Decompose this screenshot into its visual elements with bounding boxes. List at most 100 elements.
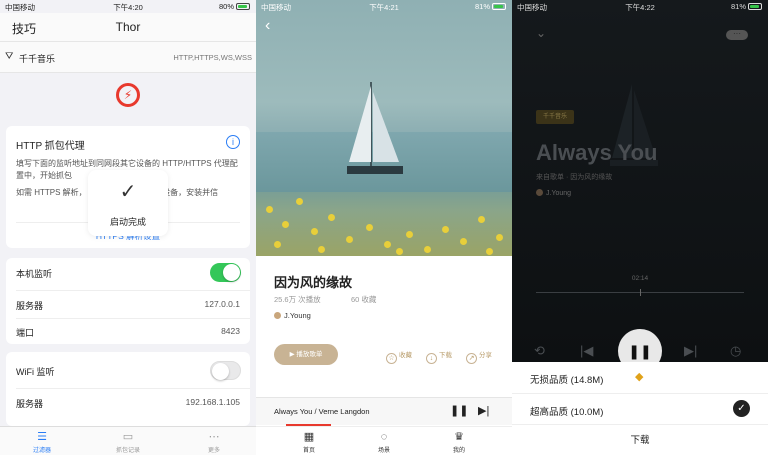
filter-icon: ⛛ — [5, 51, 14, 62]
tab-more[interactable]: ⋯ 更多 — [184, 430, 244, 454]
avatar — [274, 312, 281, 319]
battery-percent: 80% — [218, 2, 234, 11]
thor-app-screen: 中国移动 下午4:20 80% 技巧 Thor ⛛ 千千音乐 HTTP,HTTP… — [0, 0, 256, 455]
playback-time: 02:14 — [631, 275, 649, 282]
server-value: 192.168.1.105 — [185, 397, 240, 407]
favorite-count: 60 收藏 — [351, 295, 377, 304]
now-playing-track: Always You / Verne Langdon — [274, 407, 370, 416]
battery-percent: 81% — [474, 2, 490, 11]
toast-text: 启动完成 — [109, 217, 146, 227]
download-button[interactable]: ↓ 下载 — [426, 349, 452, 364]
tab-mine[interactable]: ♛ 我的 — [434, 430, 484, 454]
battery-icon — [492, 3, 506, 10]
wifi-listen-toggle[interactable] — [210, 361, 241, 380]
tab-records[interactable]: ▭ 抓包记录 — [98, 430, 158, 454]
local-listen-toggle[interactable] — [210, 263, 241, 282]
artist-name: J.Young — [546, 190, 572, 197]
quality-high-option[interactable]: 超高品质 (10.0M) — [530, 404, 603, 418]
filter-app-label: 千千音乐 — [19, 54, 56, 64]
tab-label: 抓包记录 — [115, 448, 140, 454]
download-button[interactable]: 下载 — [512, 432, 768, 446]
play-all-label: 播放歌单 — [296, 351, 323, 358]
avatar — [536, 189, 543, 196]
divider — [512, 393, 768, 394]
share-button[interactable]: ↗ 分享 — [466, 349, 492, 364]
repeat-icon[interactable]: ⟲ — [534, 343, 545, 359]
records-icon: ▭ — [122, 431, 134, 443]
profile-icon: ♛ — [454, 431, 464, 443]
next-icon[interactable]: ▶| — [684, 343, 697, 359]
local-listen-card: 本机监听 服务器 127.0.0.1 端口 8423 — [6, 258, 250, 344]
play-count: 25.6万 次播放 — [274, 295, 321, 304]
power-logo-icon[interactable]: ⚡ — [116, 83, 140, 107]
divider — [16, 290, 250, 291]
wifi-listen-card: WiFi 监听 服务器 192.168.1.105 — [6, 352, 250, 426]
tab-filter[interactable]: ☰ 过滤器 — [12, 430, 72, 454]
local-server-row: 服务器 127.0.0.1 — [16, 299, 240, 312]
tab-bar: ☰ 过滤器 ▭ 抓包记录 ⋯ 更多 — [0, 426, 256, 455]
next-icon[interactable]: ▶| — [478, 404, 489, 417]
wifi-listen-title: WiFi 监听 — [16, 367, 55, 377]
server-label: 服务器 — [16, 301, 44, 311]
share-icon: ↗ — [466, 353, 477, 364]
tab-scene[interactable]: ◌ 场景 — [359, 430, 409, 454]
battery-percent: 81% — [730, 2, 746, 11]
toast: ✓ 启动完成 — [88, 170, 168, 236]
mini-player[interactable]: Always You / Verne Langdon ❚❚ ▶| — [256, 397, 512, 425]
scene-icon: ◌ — [380, 431, 388, 443]
local-port-row: 端口 8423 — [16, 326, 240, 339]
album-cover-image — [256, 0, 512, 256]
song-artist[interactable]: J.Young — [536, 189, 571, 197]
timer-icon[interactable]: ◷ — [730, 343, 741, 359]
more-icon[interactable]: ··· — [726, 30, 748, 40]
pause-icon[interactable]: ❚❚ — [450, 404, 468, 417]
status-time: 下午4:21 — [369, 3, 399, 12]
collect-label: 收藏 — [399, 352, 412, 359]
quality-lossless-option[interactable]: 无损品质 (14.8M) — [530, 372, 603, 386]
source-playlist[interactable]: 来自歌单 · 因为风的缘故 — [536, 172, 612, 182]
chevron-down-icon[interactable]: ⌄ — [536, 26, 546, 40]
tab-bar: ▦ 首页 ◌ 场景 ♛ 我的 — [256, 426, 512, 455]
tab-label: 更多 — [207, 448, 220, 454]
album-artist[interactable]: J.Young — [274, 311, 311, 320]
play-all-button[interactable]: ▶ 播放歌单 — [274, 344, 338, 365]
port-label: 端口 — [16, 328, 35, 338]
grid-icon: ▦ — [303, 431, 315, 443]
port-value: 8423 — [221, 326, 240, 336]
server-label: 服务器 — [16, 399, 44, 409]
star-icon: ☆ — [386, 353, 397, 364]
battery-indicator: 80% — [219, 2, 250, 11]
sailboat-image — [347, 82, 403, 174]
local-listen-title: 本机监听 — [16, 269, 53, 279]
tab-home[interactable]: ▦ 首页 — [284, 430, 334, 454]
divider — [16, 318, 250, 319]
filter-bar[interactable]: ⛛ 千千音乐 HTTP,HTTPS,WS,WSS — [0, 41, 256, 73]
share-label: 分享 — [479, 352, 492, 359]
collect-button[interactable]: ☆ 收藏 — [386, 349, 412, 364]
battery-icon — [748, 3, 762, 10]
previous-icon[interactable]: |◀ — [580, 343, 593, 359]
navigation-bar: 技巧 Thor — [0, 13, 256, 41]
info-icon[interactable]: i — [226, 135, 240, 149]
tab-label: 过滤器 — [32, 448, 51, 454]
download-label: 下载 — [439, 352, 452, 359]
more-icon: ⋯ — [208, 431, 220, 443]
page-title: Thor — [115, 20, 141, 34]
checkmark-icon: ✓ — [733, 400, 750, 417]
quality-sheet: 无损品质 (14.8M) ◆ 超高品质 (10.0M) ✓ 下载 — [512, 362, 768, 455]
status-time: 下午4:22 — [625, 3, 655, 12]
progress-thumb[interactable] — [640, 289, 641, 296]
status-bar: 中国移动 下午4:22 81% — [512, 0, 768, 13]
back-icon[interactable]: ‹ — [265, 17, 270, 35]
song-title: Always You — [536, 140, 658, 165]
artist-name: J.Young — [284, 311, 311, 320]
diamond-icon: ◆ — [635, 371, 644, 383]
battery-icon — [236, 3, 250, 10]
download-icon: ↓ — [426, 353, 437, 364]
tab-label: 场景 — [377, 448, 390, 454]
local-listen-row: 本机监听 — [16, 267, 240, 280]
album-detail-screen: 中国移动 下午4:21 81% ‹ 因为风的缘故 25.6万 次播放 60 收藏… — [256, 0, 512, 455]
checkmark-icon: ✓ — [119, 181, 137, 203]
divider — [16, 388, 250, 389]
wifi-listen-row: WiFi 监听 — [16, 365, 240, 378]
